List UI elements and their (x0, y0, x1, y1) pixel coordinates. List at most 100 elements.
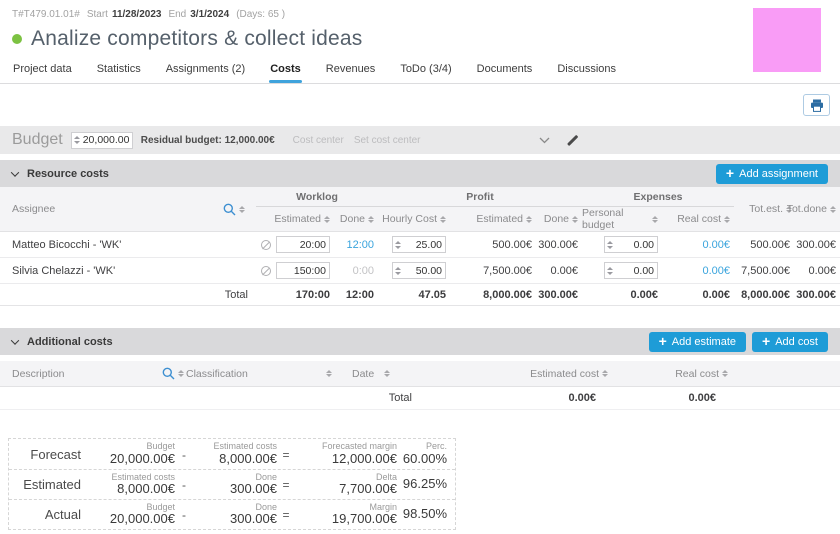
sort-icon[interactable] (326, 370, 340, 377)
total-personal-budget: 0.00€ (582, 289, 662, 301)
stepper-icon[interactable] (607, 267, 613, 275)
worklog-estimated-input-box (276, 262, 330, 279)
sort-icon[interactable] (830, 206, 836, 213)
pink-note-overlay (753, 8, 821, 72)
sort-icon[interactable] (178, 370, 184, 377)
personal-budget-input[interactable] (616, 265, 654, 277)
total-profit-estimated: 8,000.00€ (450, 289, 536, 301)
tab-costs[interactable]: Costs (269, 59, 302, 83)
additional-costs-section-bar: Additional costs + Add estimate + Add co… (0, 328, 840, 355)
profit-done-header: Done (544, 213, 569, 225)
personal-budget-input[interactable] (616, 239, 654, 251)
hourly-cost-input[interactable] (404, 239, 442, 251)
task-meta: T#T479.01.01# Start11/28/2023 End3/1/202… (0, 0, 840, 20)
sort-icon[interactable] (602, 370, 608, 377)
budget-label: Budget (12, 131, 63, 149)
add-assignment-button[interactable]: + Add assignment (716, 164, 828, 184)
sort-icon[interactable] (572, 216, 578, 223)
set-cost-center-link[interactable]: Set cost center (354, 135, 421, 146)
assignee-column-header: Assignee (12, 203, 212, 215)
stepper-icon[interactable] (395, 267, 401, 275)
budget-input[interactable] (83, 134, 129, 146)
sort-icon[interactable] (324, 216, 330, 223)
minus-operator: - (177, 470, 191, 499)
no-entry-icon (261, 266, 271, 276)
summary-row-name: Estimated (9, 470, 87, 499)
worklog-done-link[interactable]: 12:00 (334, 239, 378, 251)
real-cost-link[interactable]: 0.00€ (662, 265, 734, 277)
worklog-estimated-input-box (276, 236, 330, 253)
add-assignment-label: Add assignment (739, 168, 818, 180)
summary-row-actual: Actual Budget20,000.00€ - Done300.00€ = … (9, 499, 455, 529)
tab-assignments[interactable]: Assignments (2) (165, 59, 246, 83)
resource-total-row: Total 170:00 12:00 47.05 8,000.00€ 300.0… (0, 284, 840, 306)
stepper-icon[interactable] (607, 241, 613, 249)
worklog-estimated-input[interactable] (279, 265, 326, 277)
description-column-header: Description (12, 368, 152, 380)
sort-icon[interactable] (724, 216, 730, 223)
start-date: 11/28/2023 (112, 9, 162, 20)
additional-total-row: Total 0.00€ 0.00€ (0, 387, 840, 410)
tab-statistics[interactable]: Statistics (96, 59, 142, 83)
summary-row-estimated: Estimated Estimated costs8,000.00€ - Don… (9, 469, 455, 499)
collapse-icon[interactable] (11, 336, 19, 344)
edit-icon[interactable] (566, 133, 581, 148)
worklog-done-header: Done (340, 213, 365, 225)
table-row: Silvia Chelazzi - 'WK' 0:00 7,500.00€ 0.… (0, 258, 840, 284)
stepper-icon[interactable] (395, 241, 401, 249)
collapse-icon[interactable] (11, 168, 19, 176)
sort-icon[interactable] (652, 216, 658, 223)
sort-icon[interactable] (722, 370, 728, 377)
summary-col-value: 300.00€ (230, 482, 277, 497)
tab-todo[interactable]: ToDo (3/4) (399, 59, 452, 83)
hourly-cost-header: Hourly Cost (382, 213, 437, 225)
end-date: 3/1/2024 (190, 9, 229, 20)
additional-table-header: Description Classification Date Estimate… (0, 361, 840, 387)
personal-budget-header: Personal budget (582, 207, 649, 231)
tab-project-data[interactable]: Project data (12, 59, 73, 83)
residual-budget: Residual budget: 12,000.00€ (141, 135, 275, 146)
tab-discussions[interactable]: Discussions (556, 59, 617, 83)
sort-icon[interactable] (239, 206, 245, 213)
plus-icon: + (659, 336, 667, 347)
chevron-down-icon[interactable] (539, 137, 550, 144)
worklog-estimated-input[interactable] (279, 239, 326, 251)
tab-documents[interactable]: Documents (476, 59, 534, 83)
sort-icon[interactable] (440, 216, 446, 223)
hourly-cost-input[interactable] (404, 265, 442, 277)
summary-col-value: 8,000.00€ (219, 452, 277, 467)
search-icon[interactable] (223, 203, 236, 216)
add-cost-button[interactable]: + Add cost (752, 332, 828, 352)
real-cost-link[interactable]: 0.00€ (662, 239, 734, 251)
personal-budget-input-box (604, 262, 658, 279)
add-estimate-button[interactable]: + Add estimate (649, 332, 746, 352)
perc-value: 96.25% (403, 477, 447, 492)
cost-center-label: Cost center (293, 135, 344, 146)
profit-estimated-value: 7,500.00€ (450, 265, 536, 277)
sort-icon[interactable] (526, 216, 532, 223)
tot-est-value: 500.00€ (734, 239, 794, 251)
classification-column-header: Classification (186, 368, 326, 380)
total-tot-done: 300.00€ (794, 289, 840, 301)
search-icon[interactable] (162, 367, 175, 380)
total-hourly-cost: 47.05 (378, 289, 450, 301)
add-estimate-label: Add estimate (672, 336, 736, 348)
summary-col-value: 300.00€ (230, 512, 277, 527)
sort-icon[interactable] (368, 216, 374, 223)
start-label: Start (87, 9, 108, 20)
sort-icon[interactable] (384, 370, 412, 377)
minus-operator: - (177, 500, 191, 529)
summary-row-name: Forecast (9, 439, 87, 469)
expenses-group-header: Expenses (582, 191, 734, 207)
tot-done-header: Tot.done (787, 203, 827, 215)
print-button[interactable] (803, 94, 830, 116)
perc-value: 98.50% (403, 507, 447, 522)
no-entry-icon (261, 240, 271, 250)
worklog-estimated-header: Estimated (274, 213, 321, 225)
perc-value: 60.00% (403, 452, 447, 467)
total-worklog-estimated: 170:00 (256, 289, 334, 301)
plus-icon: + (762, 336, 770, 347)
stepper-icon[interactable] (74, 136, 80, 144)
tab-revenues[interactable]: Revenues (325, 59, 377, 83)
page-title: Analize competitors & collect ideas (31, 27, 363, 51)
